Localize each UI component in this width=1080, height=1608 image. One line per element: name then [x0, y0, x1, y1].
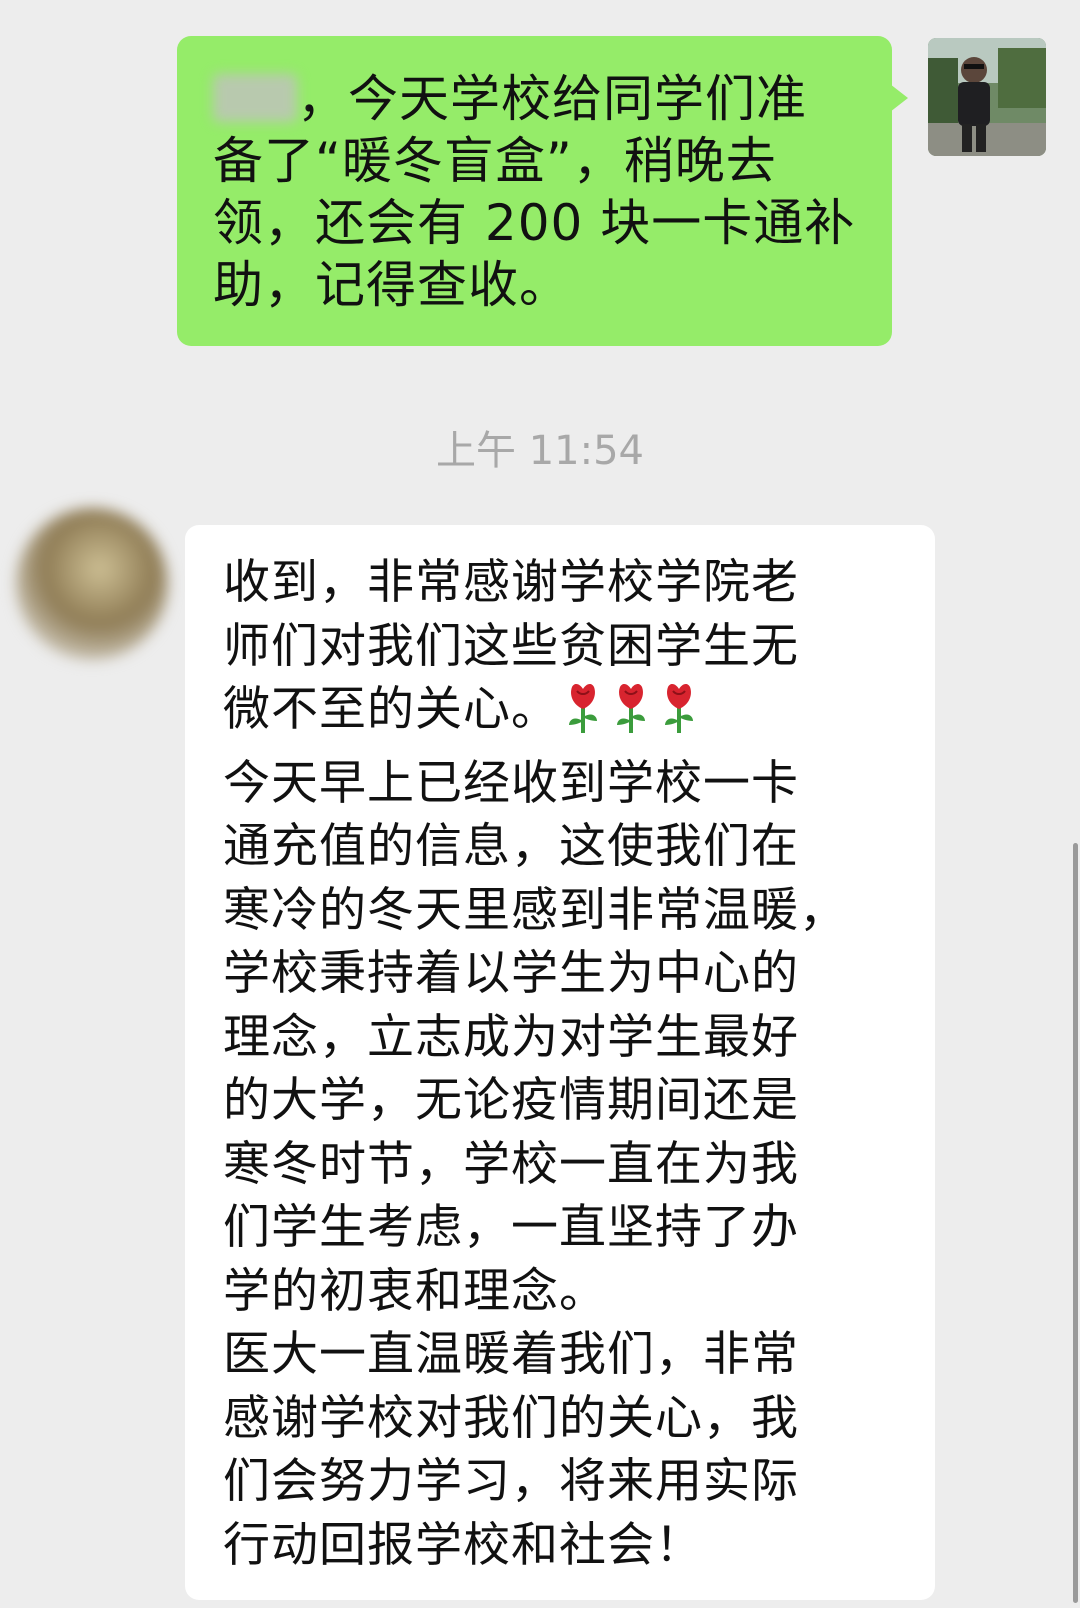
redacted-name: [213, 74, 297, 122]
message-timestamp: 上午 11:54: [436, 428, 644, 474]
outgoing-message-bubble[interactable]: ，今天学校给同学们准 备了“暖冬盲盒”，稍晚去 领，还会有 200 块一卡通补 …: [177, 36, 908, 346]
incoming-message-bubble[interactable]: 收到，非常感谢学校学院老 师们对我们这些贫困学生无 微不至的关心。 今天早上已经…: [185, 525, 935, 1600]
rose-icon: [611, 681, 651, 752]
outgoing-message-text: ，今天学校给同学们准 备了“暖冬盲盒”，稍晚去 领，还会有 200 块一卡通补 …: [213, 70, 856, 314]
rose-icon: [563, 681, 603, 752]
scrollbar[interactable]: [1073, 843, 1078, 1603]
sender-avatar-photo: [928, 38, 1046, 156]
sender-avatar[interactable]: [928, 38, 1046, 156]
incoming-message-text: 收到，非常感谢学校学院老 师们对我们这些贫困学生无 微不至的关心。 今天早上已经…: [223, 555, 847, 1573]
rose-icon: [659, 681, 699, 752]
contact-avatar[interactable]: [16, 508, 168, 660]
